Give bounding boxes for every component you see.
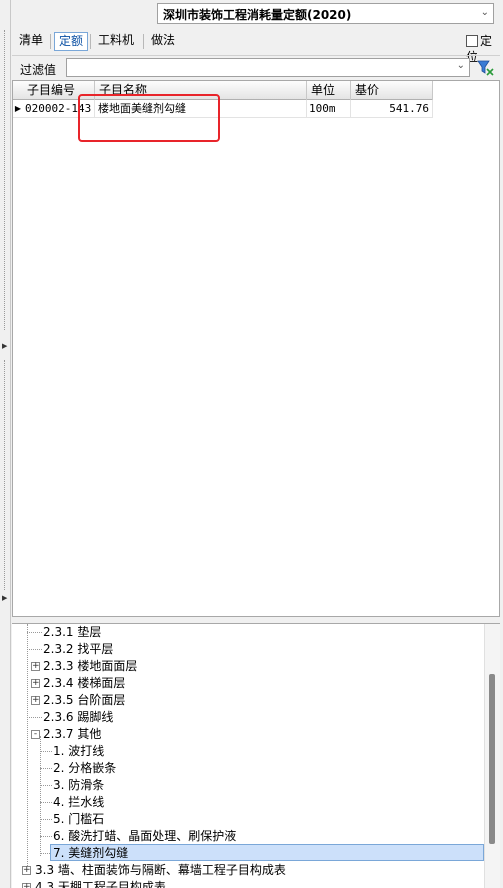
tree-line [40,785,52,786]
tree-node[interactable]: 2.3.3 楼地面面层 [43,658,137,675]
expand-plus-icon[interactable]: + [22,883,31,888]
tree-node[interactable]: 2. 分格嵌条 [53,760,116,777]
tree-line [27,632,42,633]
tree-line [40,853,50,854]
quota-library-select[interactable]: 深圳市装饰工程消耗量定额(2020) ⌄ [157,3,494,24]
expand-arrow-icon[interactable]: ▶ [2,342,7,350]
tree-line [40,768,52,769]
quota-library-value: 深圳市装饰工程消耗量定额(2020) [163,8,352,22]
tree-line [27,624,28,872]
chevron-down-icon[interactable]: ⌄ [457,60,465,71]
left-panel-strip[interactable]: ▶ ▶ [0,0,11,888]
tab-divider [143,34,144,49]
tree-node[interactable]: 5. 门槛石 [53,811,104,828]
tree-line [40,751,52,752]
collapse-minus-icon[interactable]: - [31,730,40,739]
tree-node[interactable]: 2.3.2 找平层 [43,641,113,658]
tab-bar: 清单 定额 工料机 做法 定位 [12,30,500,64]
grid-header: 子目编号 子目名称 单位 基价 [13,81,433,100]
tree-scrollbar[interactable] [484,624,500,888]
tree-node[interactable]: 3. 防滑条 [53,777,104,794]
expand-plus-icon[interactable]: + [31,696,40,705]
annotation-highlight-box [78,94,220,142]
row-pointer-icon: ▶ [14,104,22,113]
expand-plus-icon[interactable]: + [31,662,40,671]
tree-node[interactable]: 2.3.4 楼梯面层 [43,675,125,692]
tree-node[interactable]: 1. 波打线 [53,743,104,760]
strip-dots [4,30,6,330]
checkbox-box[interactable] [466,35,478,47]
column-header-unit[interactable]: 单位 [307,81,351,100]
tab-divider [90,34,91,49]
tree-node[interactable]: 6. 酸洗打蜡、晶面处理、刷保护液 [53,828,236,845]
tree-node[interactable]: 2.3.6 踢脚线 [43,709,113,726]
tree-node[interactable]: 2.3.1 垫层 [43,624,101,641]
column-header-price[interactable]: 基价 [351,81,433,100]
tree-line [40,802,52,803]
filter-label: 过滤值 [20,63,57,77]
filter-input[interactable]: ⌄ [66,58,470,77]
tree-node[interactable]: 4.3 天棚工程子目构成表 [35,879,166,888]
tree-node[interactable]: 3.3 墙、柱面装饰与隔断、幕墙工程子目构成表 [35,862,286,879]
chevron-down-icon[interactable]: ⌄ [481,7,489,18]
strip-dots [4,360,6,590]
table-row[interactable]: ▶ 020002-143 楼地面美缝剂勾缝 100m 541.76 [13,100,433,118]
tab-materials[interactable]: 工料机 [94,32,138,51]
filter-funnel-icon[interactable] [477,59,495,76]
tree-line [27,649,42,650]
locate-checkbox[interactable]: 定位 [466,33,500,64]
quota-grid: 子目编号 子目名称 单位 基价 ▶ 020002-143 楼地面美缝剂勾缝 10… [12,80,500,617]
tree-line [40,836,52,837]
tree-line [40,736,41,856]
tree-line [40,819,52,820]
expand-plus-icon[interactable]: + [31,679,40,688]
tree-line [27,717,42,718]
scrollbar-thumb[interactable] [489,674,495,844]
chapter-tree: 2.3.1 垫层 2.3.2 找平层 + 2.3.3 楼地面面层 + 2.3.4… [12,623,500,888]
expand-plus-icon[interactable]: + [22,866,31,875]
tree-node[interactable]: 4. 拦水线 [53,794,104,811]
tab-divider [50,34,51,49]
tree-node[interactable]: 2.3.5 台阶面层 [43,692,125,709]
tree-node[interactable]: 2.3.7 其他 [43,726,101,743]
filter-bar: 过滤值 ⌄ [12,55,500,79]
expand-arrow-icon[interactable]: ▶ [2,594,7,602]
tab-method[interactable]: 做法 [147,32,179,51]
cell-unit[interactable]: 100m [307,100,351,118]
tab-quota[interactable]: 定额 [54,32,89,51]
cell-price[interactable]: 541.76 [351,100,433,118]
tab-bill[interactable]: 清单 [15,32,47,51]
tree-node-selected[interactable]: 7. 美缝剂勾缝 [50,844,484,861]
